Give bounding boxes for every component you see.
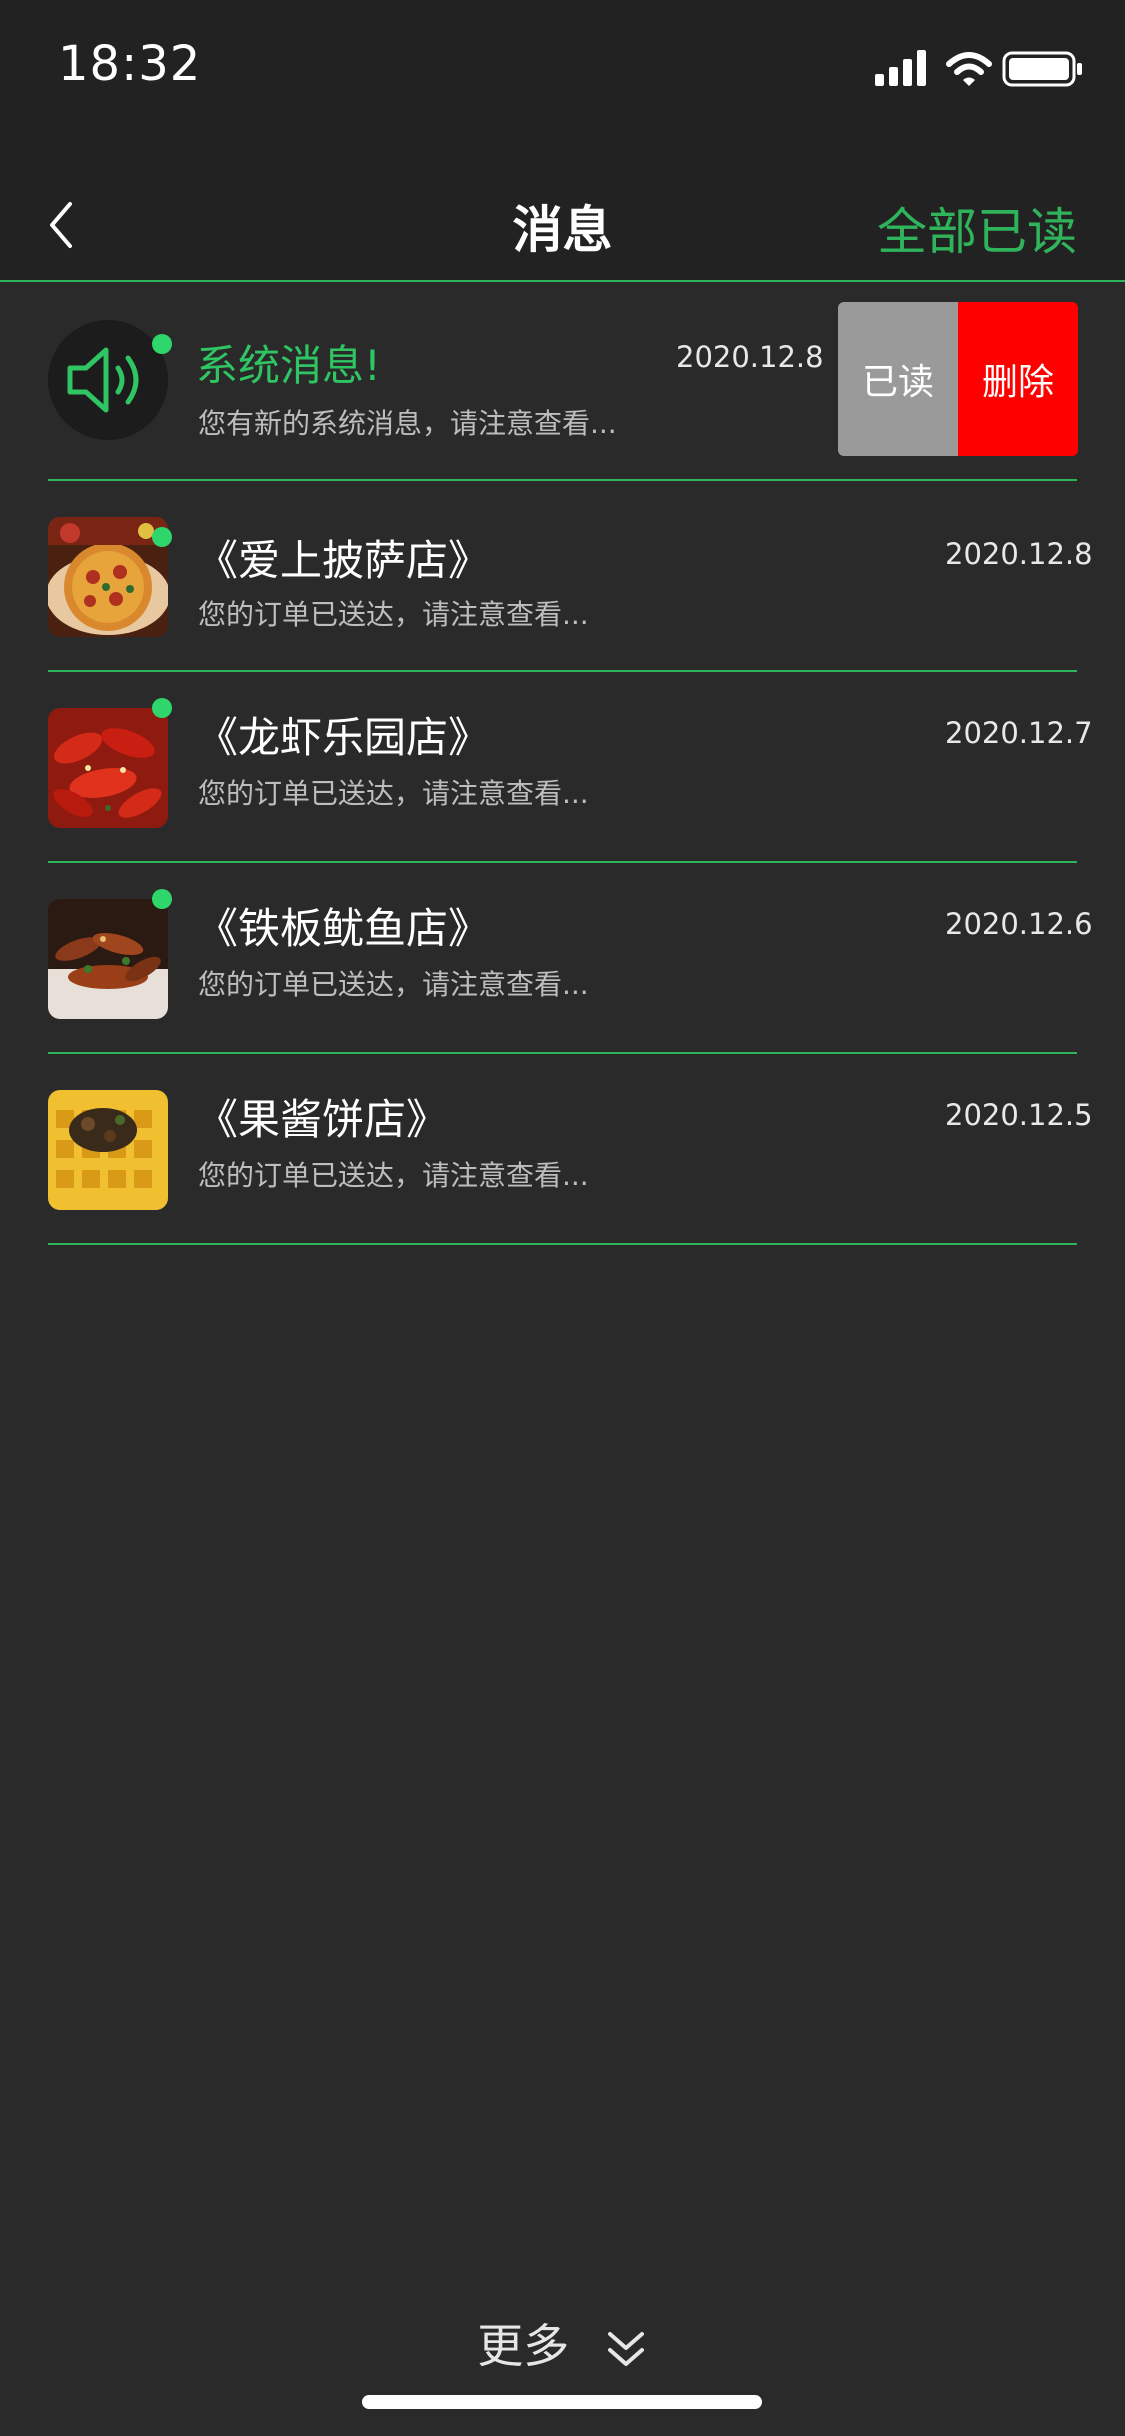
- message-row[interactable]: 《龙虾乐园店》 您的订单已送达，请注意查看... 2020.12.7: [0, 672, 1125, 863]
- message-preview: 您的订单已送达，请注意查看...: [198, 777, 589, 810]
- load-more-label: 更多: [477, 2319, 570, 2373]
- message-row[interactable]: 《爱上披萨店》 您的订单已送达，请注意查看... 2020.12.8: [0, 481, 1125, 672]
- message-list: 系统消息! 您有新的系统消息，请注意查看... 2020.12.8 已读 删除: [0, 282, 1125, 1245]
- message-row-system[interactable]: 系统消息! 您有新的系统消息，请注意查看... 2020.12.8 已读 删除: [0, 282, 1125, 481]
- message-date: 2020.12.8: [676, 340, 824, 374]
- double-chevron-down-icon: [607, 2331, 644, 2366]
- message-title: 《爱上披萨店》: [196, 536, 491, 585]
- message-date: 2020.12.6: [945, 907, 1093, 941]
- message-preview: 您的订单已送达，请注意查看...: [198, 968, 589, 1001]
- message-date: 2020.12.5: [945, 1098, 1093, 1132]
- message-date: 2020.12.7: [945, 716, 1093, 750]
- header: 18:32 消息 全部已读: [0, 0, 1125, 282]
- unread-dot: [152, 889, 172, 909]
- home-indicator[interactable]: [362, 2395, 762, 2409]
- message-row[interactable]: 《果酱饼店》 您的订单已送达，请注意查看... 2020.12.5: [0, 1054, 1125, 1245]
- load-more-button[interactable]: 更多: [0, 2310, 1125, 2376]
- swipe-actions: 已读 删除: [838, 302, 1078, 456]
- pizza-thumbnail: [48, 517, 168, 637]
- row-divider: [48, 1243, 1077, 1245]
- message-title: 《铁板鱿鱼店》: [196, 904, 491, 953]
- message-date: 2020.12.8: [945, 537, 1093, 571]
- squid-thumbnail: [48, 899, 168, 1019]
- battery-icon: [1002, 51, 1082, 87]
- message-title: 《果酱饼店》: [196, 1095, 449, 1144]
- delete-button[interactable]: 删除: [958, 302, 1078, 456]
- message-title: 《龙虾乐园店》: [196, 713, 491, 762]
- speaker-icon: [48, 320, 168, 440]
- message-row[interactable]: 《铁板鱿鱼店》 您的订单已送达，请注意查看... 2020.12.6: [0, 863, 1125, 1054]
- signal-icon: [875, 50, 926, 86]
- message-title: 系统消息!: [196, 341, 381, 390]
- mark-read-button[interactable]: 已读: [838, 302, 958, 456]
- messages-screen: 18:32 消息 全部已读 系统消息! 您有新的系统消息，请注意查看... 20…: [0, 0, 1125, 2436]
- mark-all-read-button[interactable]: 全部已读: [877, 192, 1077, 264]
- message-preview: 您的订单已送达，请注意查看...: [198, 598, 589, 631]
- message-preview: 您的订单已送达，请注意查看...: [198, 1159, 589, 1192]
- wifi-icon: [946, 52, 992, 86]
- unread-dot: [152, 698, 172, 718]
- crayfish-thumbnail: [48, 708, 168, 828]
- unread-dot: [152, 527, 172, 547]
- status-time: 18:32: [58, 36, 202, 92]
- status-icons: [875, 50, 1082, 87]
- waffle-thumbnail: [48, 1090, 168, 1210]
- message-preview: 您有新的系统消息，请注意查看...: [198, 407, 617, 440]
- unread-dot: [152, 334, 172, 354]
